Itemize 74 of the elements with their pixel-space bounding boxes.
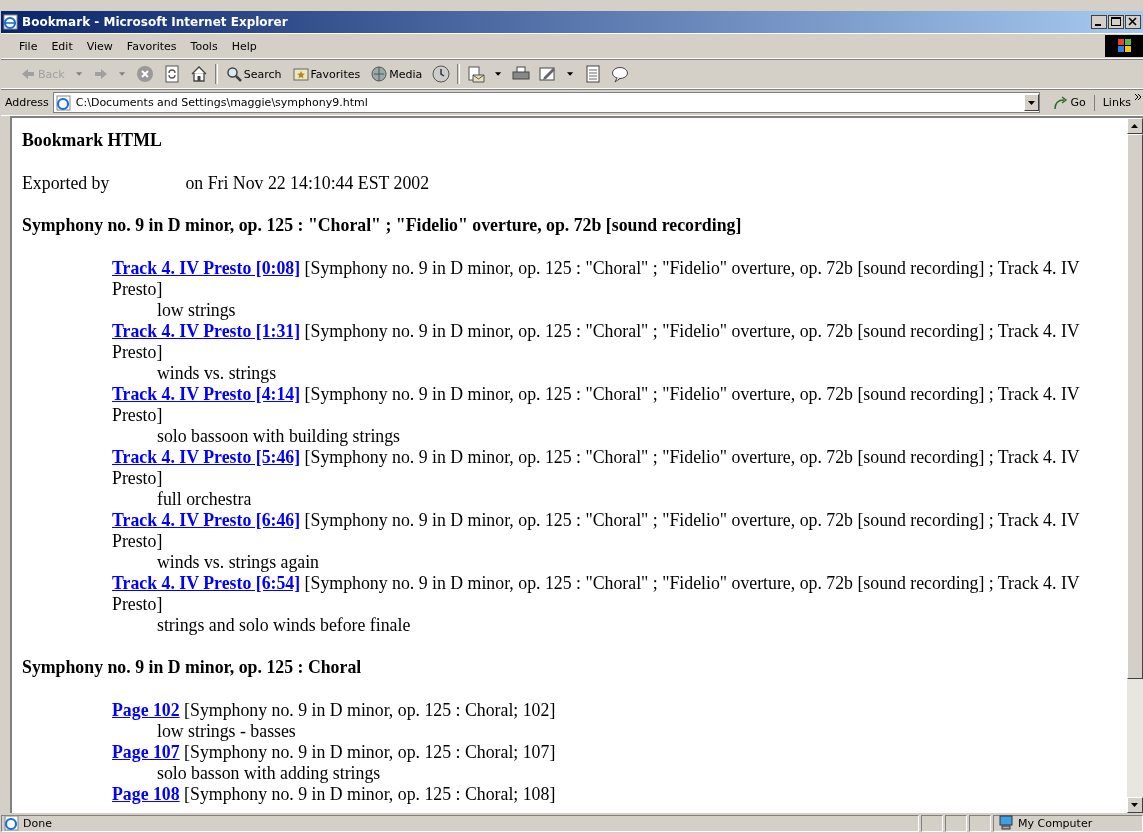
refresh-icon[interactable] (162, 65, 181, 83)
edit-icon[interactable] (539, 65, 558, 83)
caret-icon[interactable] (495, 72, 503, 76)
curved-arrow-icon[interactable] (1052, 94, 1069, 111)
window-title: Bookmark - Microsoft Internet Explorer (22, 15, 288, 29)
stop-icon[interactable] (135, 65, 154, 83)
status-pane (921, 814, 943, 832)
section-heading: Symphony no. 9 in D minor, op. 125 : "Choral" ; "Fidelio" overture, op. 72b [sound recording] (22, 215, 743, 236)
bookmark-note: solo bassoon with building strings (156, 425, 402, 447)
search-button[interactable]: Search (222, 64, 285, 84)
bookmark-link[interactable]: Track 4. IV Presto [6:54] (112, 572, 301, 593)
menu-item[interactable]: Help (225, 39, 265, 53)
scroll-down-button[interactable] (1127, 797, 1143, 813)
bookmark-entry: Page 108 [Symphony no. 9 in D minor, op. 125 : Choral; 108] (112, 783, 557, 805)
status-text: Done (23, 816, 52, 830)
bookmark-link[interactable]: Track 4. IV Presto [1:31] (112, 320, 301, 341)
dropdown-button[interactable] (1024, 94, 1040, 111)
menu-item[interactable]: File (13, 39, 46, 53)
bookmark-entry: Page 102 [Symphony no. 9 in D minor, op. 125 : Choral; 102] (112, 699, 557, 721)
bookmark-link[interactable]: Track 4. IV Presto [5:46] (112, 446, 301, 467)
minimize-button[interactable] (1091, 15, 1107, 29)
browser-logo-icon (3, 14, 19, 30)
document-icon[interactable] (584, 65, 603, 83)
down-arrow-icon[interactable] (1131, 803, 1139, 807)
printer-icon[interactable] (512, 65, 531, 83)
go-button[interactable]: Go (1044, 94, 1095, 111)
bookmark-link[interactable]: Page 102 (112, 699, 180, 720)
bookmark-link[interactable]: Track 4. IV Presto [6:46] (112, 509, 301, 530)
bookmark-note: strings and solo winds before finale (156, 614, 412, 636)
bookmark-link[interactable]: Track 4. IV Presto [4:14] (112, 383, 301, 404)
menu-item[interactable]: Edit (45, 39, 81, 53)
status-pane (969, 814, 991, 832)
menu-item[interactable]: Tools (184, 39, 226, 53)
bookmark-entry: Page 107 [Symphony no. 9 in D minor, op. 125 : Choral; 107] (112, 741, 557, 763)
page-heading: Bookmark HTML (22, 130, 163, 151)
bookmark-link[interactable]: Page 108 (112, 783, 180, 804)
bookmark-note: low strings (156, 299, 237, 321)
status-pane (945, 814, 967, 832)
menu-item[interactable]: View (80, 39, 121, 53)
bookmark-link[interactable]: Track 4. IV Presto [0:08] (112, 257, 301, 278)
menu-item[interactable]: Favorites (120, 39, 185, 53)
page-icon (55, 94, 72, 111)
export-date-text: on Fri Nov 22 14:10:44 EST 2002 (185, 172, 430, 194)
caret-icon[interactable] (567, 72, 575, 76)
computer-icon (998, 815, 1014, 831)
scroll-thumb[interactable] (1127, 134, 1143, 679)
section-heading: Symphony no. 9 in D minor, op. 125 : Choral (22, 657, 363, 678)
bookmark-note: solo basson with adding strings (156, 762, 382, 784)
bookmark-note: full orchestra (156, 488, 253, 510)
speech-bubble-icon[interactable] (611, 65, 630, 83)
search-icon[interactable] (225, 66, 242, 82)
history-icon[interactable] (432, 65, 451, 83)
globe-icon[interactable] (371, 66, 388, 82)
bookmark-link[interactable]: Page 107 (112, 741, 180, 762)
favorites-button[interactable]: Favorites (289, 64, 364, 84)
caret-icon[interactable] (1027, 100, 1036, 105)
media-button[interactable]: Media (368, 64, 426, 84)
home-icon[interactable] (189, 65, 208, 83)
up-arrow-icon[interactable] (1131, 124, 1139, 128)
bookmark-note: low strings - basses (156, 720, 297, 742)
address-field[interactable]: C:\Documents and Settings\maggie\symphony9.html (52, 92, 1041, 113)
zone-text: My Computer (1018, 816, 1093, 830)
links-button[interactable]: Links (1098, 96, 1131, 109)
maximize-button[interactable] (1108, 15, 1124, 29)
exported-by-text: Exported by (22, 172, 110, 194)
scroll-up-button[interactable] (1127, 118, 1143, 134)
close-button[interactable] (1125, 15, 1141, 29)
bookmark-note: winds vs. strings again (156, 551, 320, 573)
star-folder-icon[interactable] (292, 66, 309, 82)
mail-icon[interactable] (467, 65, 486, 83)
windows-logo-icon (1105, 35, 1143, 57)
bookmark-note: winds vs. strings (156, 362, 278, 384)
chevron-icon[interactable] (1135, 94, 1141, 100)
address-label: Address (5, 96, 49, 109)
